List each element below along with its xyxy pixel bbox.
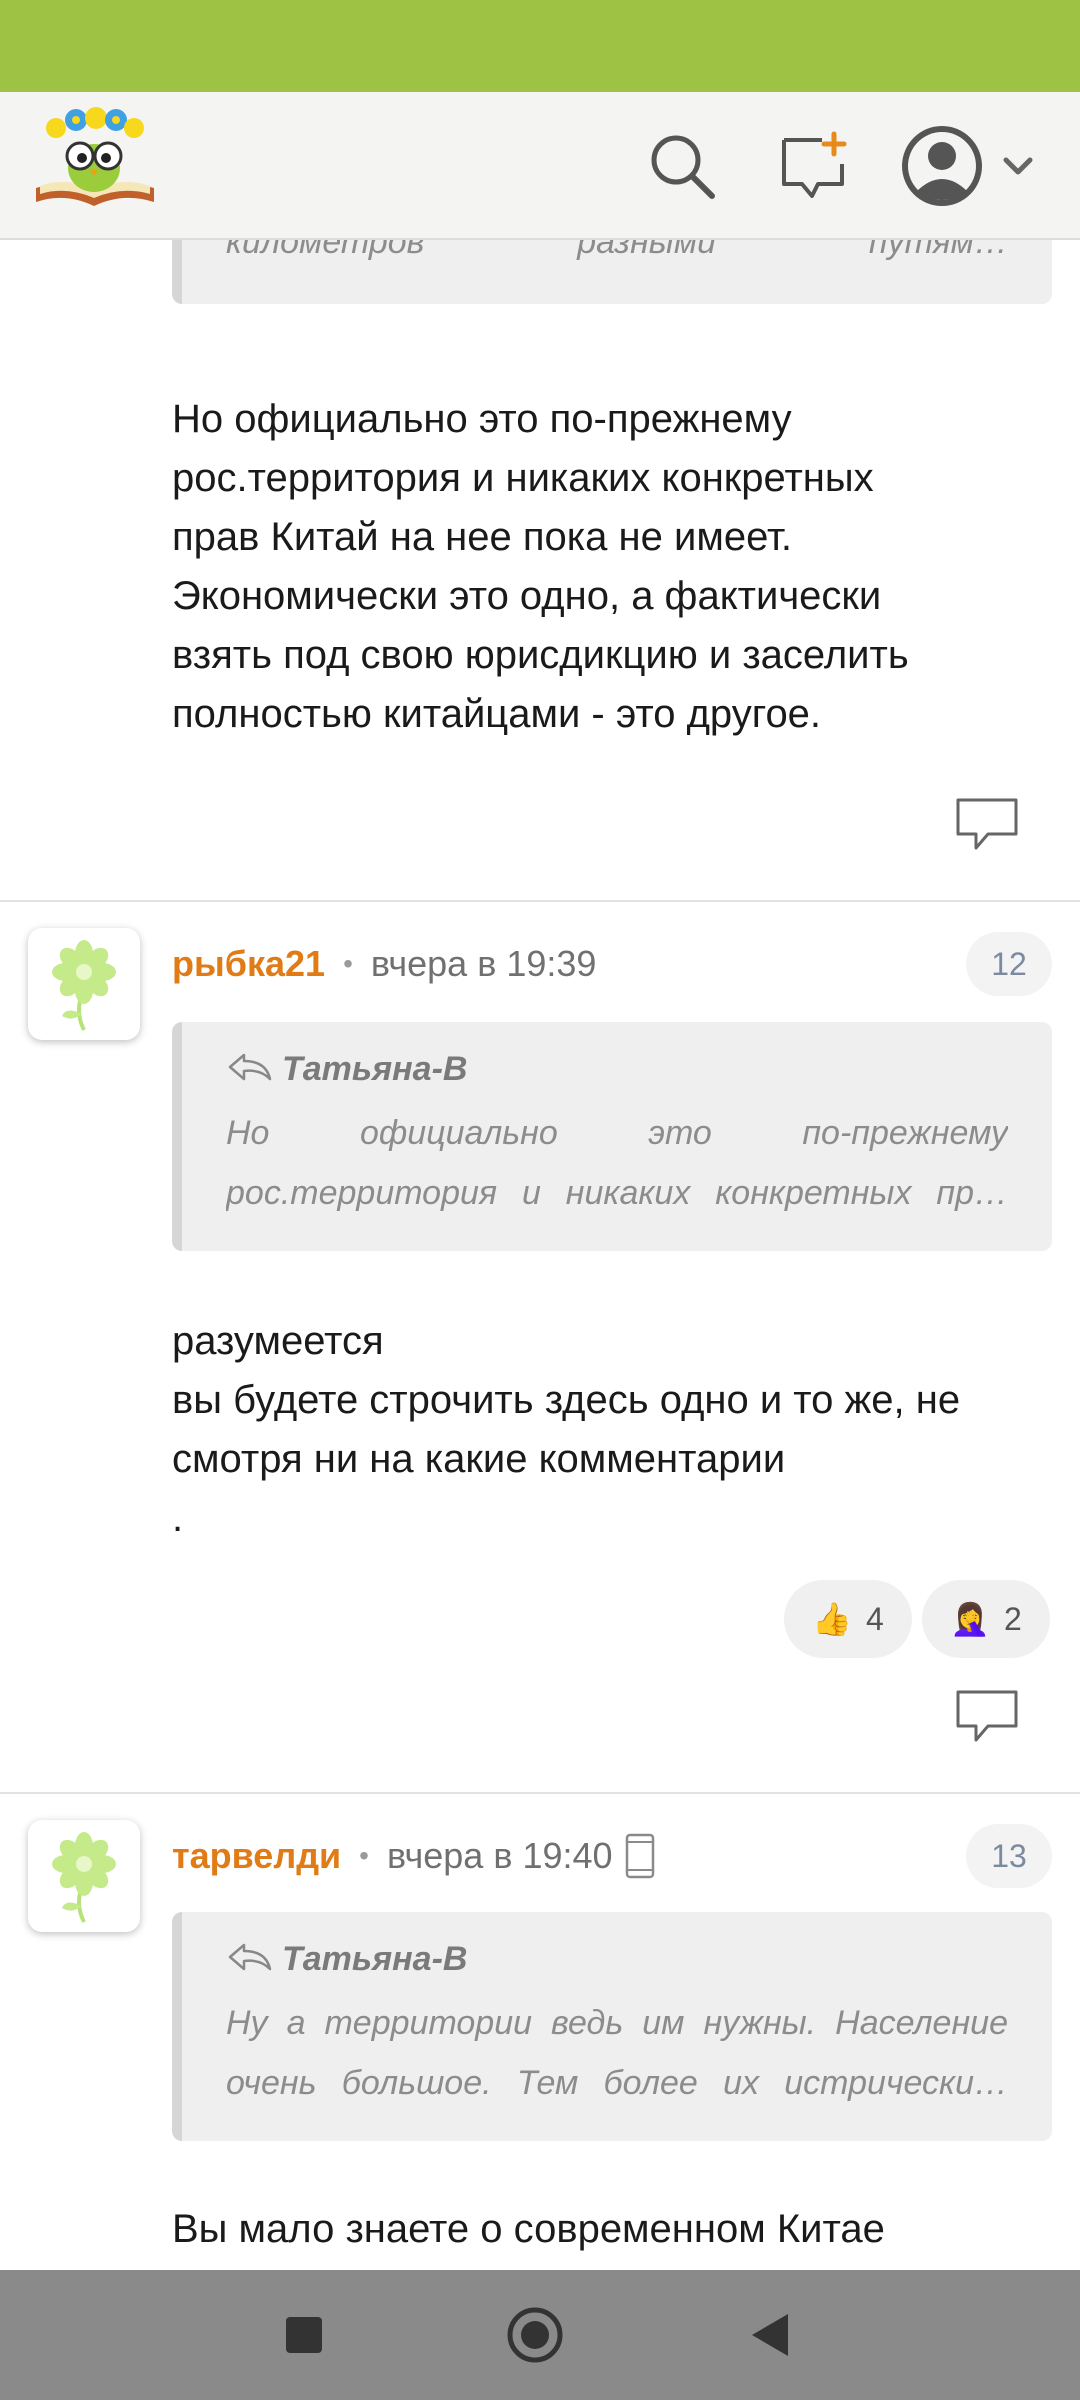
comment-line: разумеется <box>172 1319 384 1363</box>
comment-line: смотря ни на какие комментарии <box>172 1437 786 1481</box>
quote-header: Татьяна-В <box>226 1050 1008 1089</box>
comment-line: рос.территория и никаких конкретных <box>172 456 874 500</box>
quote-text: Ну а территории ведь им нужны. Население… <box>226 1993 1008 2113</box>
reply-icon[interactable] <box>954 1688 1020 1744</box>
comment-line: Но официально это по-прежнему <box>172 397 792 441</box>
timestamp[interactable]: вчера в 19:40 <box>387 1835 613 1877</box>
comments-feed: километров разными путям… Но официально … <box>0 240 1080 2270</box>
comment-line: вы будете строчить здесь одно и то же, н… <box>172 1378 961 1422</box>
system-navigation-bar <box>0 2270 1080 2400</box>
quote-header: Татьяна-В <box>226 1940 1008 1979</box>
comment-text: Но официально это по-прежнему рос.террит… <box>172 390 1052 744</box>
comment-divider <box>0 1792 1080 1794</box>
thumbs-up-icon: 👍 <box>812 1601 853 1637</box>
comment-text: Вы мало знаете о современном Китае <box>172 2200 1052 2259</box>
reaction-thumbs-up[interactable]: 👍 4 <box>784 1580 912 1658</box>
comment-meta: тарвелди • вчера в 19:40 <box>172 1826 655 1886</box>
app-header <box>0 92 1080 240</box>
book-owl-logo[interactable] <box>30 106 160 216</box>
reaction-count: 4 <box>866 1600 884 1637</box>
meta-separator: • <box>359 1840 369 1871</box>
quote-author: Татьяна-В <box>282 1940 468 1978</box>
quote-line: рос.территория и никаких конкретных пр… <box>226 1174 1008 1212</box>
new-message-icon[interactable] <box>774 126 854 206</box>
meta-separator: • <box>343 948 353 979</box>
comment-line: Экономически это одно, а фактически <box>172 574 882 618</box>
quote-line: Ну а территории ведь им нужны. Население <box>226 2004 1008 2042</box>
username[interactable]: рыбка21 <box>172 943 325 985</box>
avatar[interactable] <box>28 1820 140 1932</box>
home-icon[interactable] <box>500 2300 570 2370</box>
quote-text: километров разными путям… <box>226 240 1008 261</box>
facepalm-icon: 🤦‍♀️ <box>950 1601 991 1637</box>
reply-arrow-icon <box>226 1941 274 1978</box>
status-bar <box>0 0 1080 92</box>
avatar[interactable] <box>28 928 140 1040</box>
quote-line: очень большое. Тем более их истрически… <box>226 2064 1008 2102</box>
recents-icon[interactable] <box>269 2300 339 2370</box>
profile-menu-button[interactable] <box>896 118 1046 214</box>
comment-number-badge[interactable]: 13 <box>966 1824 1052 1888</box>
comment-divider <box>0 900 1080 902</box>
reply-arrow-icon <box>226 1051 274 1088</box>
mobile-device-icon <box>625 1833 655 1879</box>
quote-line: Но официально это по-прежнему <box>226 1114 1008 1152</box>
username[interactable]: тарвелди <box>172 1835 341 1877</box>
quote-text: Но официально это по-прежнему рос.террит… <box>226 1103 1008 1223</box>
comment-line: . <box>172 1496 184 1540</box>
quote-author: Татьяна-В <box>282 1050 468 1088</box>
comment-text: разумеется вы будете строчить здесь одно… <box>172 1312 1052 1548</box>
comment-line: полностью китайцами - это другое. <box>172 692 822 736</box>
comment-line: взять под свою юрисдикцию и заселить <box>172 633 909 677</box>
quote-block[interactable]: Татьяна-В Ну а территории ведь им нужны.… <box>172 1912 1052 2141</box>
back-icon[interactable] <box>736 2300 806 2370</box>
comment-line: прав Китай на нее пока не имеет. <box>172 515 792 559</box>
timestamp[interactable]: вчера в 19:39 <box>371 943 597 985</box>
reply-icon[interactable] <box>954 796 1020 852</box>
quote-block[interactable]: Татьяна-В Но официально это по-прежнему … <box>172 1022 1052 1251</box>
comment-meta: рыбка21 • вчера в 19:39 <box>172 934 596 994</box>
comment-line: Вы мало знаете о современном Китае <box>172 2207 885 2251</box>
reaction-facepalm[interactable]: 🤦‍♀️ 2 <box>922 1580 1050 1658</box>
reaction-count: 2 <box>1004 1600 1022 1637</box>
search-icon[interactable] <box>642 126 722 206</box>
quote-block[interactable]: километров разными путям… <box>172 240 1052 304</box>
comment-number-badge[interactable]: 12 <box>966 932 1052 996</box>
